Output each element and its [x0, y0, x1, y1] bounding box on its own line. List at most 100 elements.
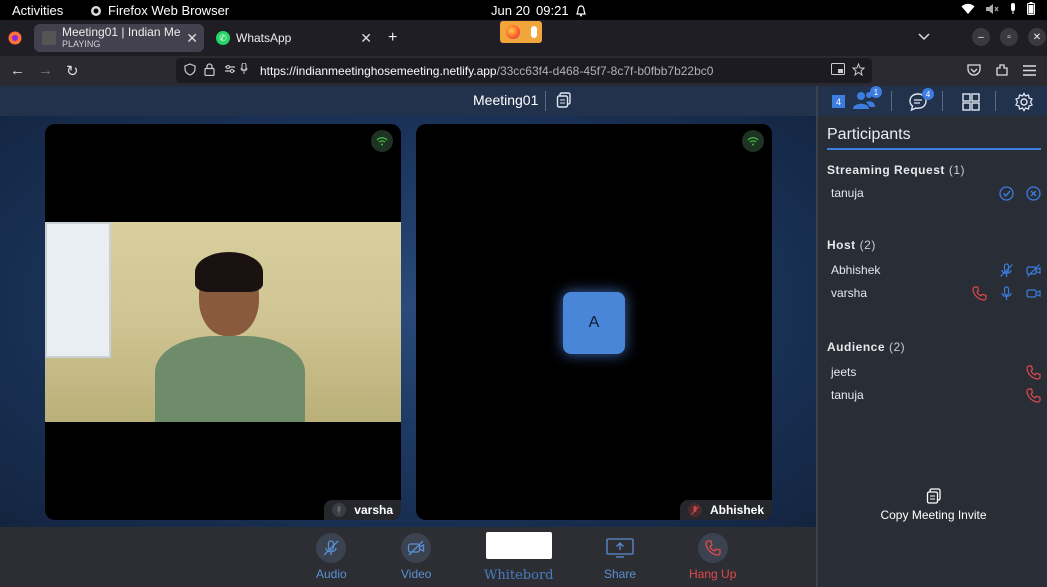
microphone-icon: [332, 503, 347, 517]
video-tile-varsha[interactable]: varsha: [45, 124, 401, 520]
tab-whatsapp[interactable]: ✆ WhatsApp ✕: [208, 24, 378, 52]
gear-icon: [1015, 92, 1033, 112]
video-button[interactable]: Video: [401, 533, 431, 581]
navigation-bar: ← → ↻ https://indianmeetinghosemeeting.n…: [0, 56, 1047, 86]
tab-participants[interactable]: 1: [852, 86, 882, 115]
clock-time: 09:21: [536, 3, 569, 18]
section-count: (1): [948, 163, 966, 177]
list-item: jeets: [831, 365, 1041, 383]
phone-hangup-icon[interactable]: [1026, 388, 1041, 403]
phone-hangup-icon: [697, 533, 728, 563]
tab-divider: [891, 91, 892, 111]
whiteboard-button[interactable]: Whitebord: [484, 532, 554, 583]
app-menu[interactable]: Firefox Web Browser: [90, 3, 229, 18]
clock[interactable]: Jun 20 09:21: [491, 3, 587, 18]
camera-off-icon: [401, 533, 432, 563]
activities-button[interactable]: Activities: [12, 3, 63, 18]
participant-count: 4: [832, 95, 845, 108]
microphone-off-icon: [316, 533, 347, 563]
tab-meeting[interactable]: Meeting01 | Indian Meet PLAYING ✕: [34, 24, 204, 52]
whiteboard-label: Whitebord: [484, 568, 554, 583]
microphone-icon[interactable]: [999, 286, 1014, 301]
list-item: varsha: [831, 286, 1041, 304]
hang-up-button[interactable]: Hang Up: [689, 533, 736, 581]
tab-chat[interactable]: 4: [908, 88, 934, 117]
tab-close-icon[interactable]: ✕: [360, 30, 372, 47]
camera-icon[interactable]: [1026, 286, 1041, 301]
participant-video-image: [155, 252, 305, 422]
list-item: tanuja: [831, 388, 1041, 406]
section-count: (2): [889, 340, 906, 354]
back-arrow-icon[interactable]: ←: [10, 62, 25, 79]
meeting-toolbar: Audio Video Whitebord Share Hang Up: [0, 527, 816, 587]
participant-name: Abhishek: [709, 503, 764, 517]
microphone-off-icon[interactable]: [999, 263, 1014, 278]
permissions-icon[interactable]: [224, 63, 236, 75]
participant-name: tanuja: [831, 186, 864, 200]
forward-arrow-icon[interactable]: →: [38, 62, 53, 79]
picture-in-picture-icon[interactable]: [831, 63, 845, 75]
lock-icon[interactable]: [204, 63, 215, 76]
close-window-icon[interactable]: ✕: [1028, 28, 1046, 46]
new-tab-icon[interactable]: +: [388, 29, 397, 47]
tab-divider: [942, 91, 943, 111]
camera-off-icon[interactable]: [1026, 263, 1041, 278]
pocket-icon[interactable]: [967, 64, 981, 77]
firefox-view-icon[interactable]: [8, 31, 22, 45]
sharing-indicator[interactable]: [500, 21, 542, 43]
wifi-icon: [961, 3, 975, 14]
phone-hangup-icon[interactable]: [1026, 365, 1041, 380]
tab-title: WhatsApp: [236, 31, 292, 45]
audience-heading: Audience (2): [827, 340, 905, 354]
minimize-icon[interactable]: –: [972, 28, 990, 46]
microphone-icon: [1011, 2, 1015, 14]
whatsapp-icon: ✆: [216, 31, 230, 45]
copy-invite-label: Copy Meeting Invite: [880, 508, 987, 522]
accept-check-icon[interactable]: [999, 186, 1014, 201]
list-all-tabs-icon[interactable]: [918, 32, 930, 42]
video-stage: Meeting01 varsha A Abhishek: [0, 86, 816, 527]
participant-name: Abhishek: [831, 263, 881, 277]
url-bar[interactable]: https://indianmeetinghosemeeting.netlify…: [176, 58, 872, 83]
reject-x-icon[interactable]: [1026, 186, 1041, 201]
title-underline: [827, 148, 1041, 150]
firefox-icon: [91, 5, 101, 16]
maximize-icon[interactable]: ▫: [1000, 28, 1018, 46]
video-tile-abhishek[interactable]: A Abhishek: [416, 124, 772, 520]
copy-meeting-invite-button[interactable]: Copy Meeting Invite: [818, 488, 1047, 522]
url-path: /33cc63f4-d468-45f7-8c7f-b0fbb7b22bc0: [496, 64, 714, 78]
clock-date: Jun 20: [491, 3, 531, 18]
tab-playing-label: PLAYING: [62, 39, 101, 49]
menu-icon[interactable]: [1023, 65, 1036, 76]
app-name-label: Firefox Web Browser: [108, 3, 230, 18]
share-screen-button[interactable]: Share: [604, 533, 636, 581]
sidebar-title: Participants: [827, 126, 911, 143]
sidebar-tabs: 4 1 4: [818, 86, 1047, 116]
tab-divider: [995, 91, 996, 111]
shield-icon[interactable]: [184, 63, 196, 76]
system-tray[interactable]: [961, 2, 1035, 15]
tab-close-icon[interactable]: ✕: [186, 30, 198, 47]
microphone-permission-icon[interactable]: [240, 63, 248, 75]
phone-hangup-icon[interactable]: [972, 286, 987, 301]
reload-icon[interactable]: ↻: [66, 62, 79, 80]
participant-nametag: varsha: [324, 500, 401, 520]
extensions-icon[interactable]: [995, 63, 1009, 77]
copy-icon[interactable]: [556, 92, 572, 108]
participant-name: jeets: [831, 365, 857, 379]
tab-title: Meeting01 | Indian Meet: [62, 26, 180, 39]
audio-button[interactable]: Audio: [316, 533, 347, 581]
url-text[interactable]: https://indianmeetinghosemeeting.netlify…: [260, 64, 713, 78]
microphone-muted-icon: [687, 503, 702, 517]
tab-settings[interactable]: [1014, 92, 1034, 117]
tab-layout[interactable]: [961, 92, 981, 117]
meeting-app: Meeting01 varsha A Abhishek Audio Video …: [0, 86, 1047, 587]
bookmark-star-icon[interactable]: [852, 63, 865, 76]
streaming-request-heading: Streaming Request (1): [827, 163, 965, 177]
section-label: Streaming Request: [827, 163, 945, 177]
screen-share-icon: [605, 533, 635, 563]
whiteboard-icon: [485, 532, 552, 559]
copy-icon: [926, 488, 941, 504]
meeting-header: Meeting01: [0, 86, 816, 116]
system-top-bar: Activities Firefox Web Browser Jun 20 09…: [0, 0, 1047, 20]
